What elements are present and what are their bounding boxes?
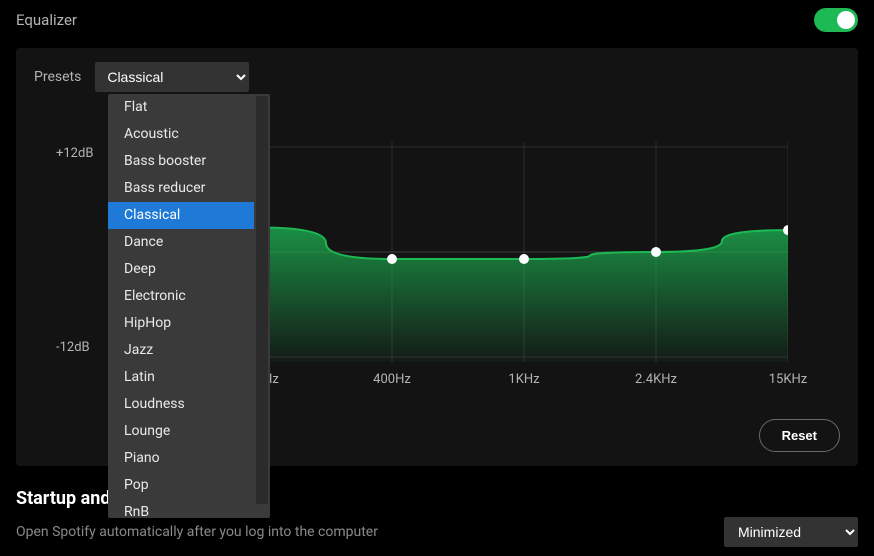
preset-option[interactable]: Flat [108, 94, 254, 121]
x-tick-label: 1KHz [508, 372, 539, 387]
eq-handle[interactable] [651, 247, 661, 257]
x-tick-label: 400Hz [373, 372, 411, 387]
preset-option[interactable]: RnB [108, 499, 254, 518]
preset-option[interactable]: Classical [108, 202, 254, 229]
preset-option[interactable]: Electronic [108, 283, 254, 310]
presets-dropdown-list: FlatAcousticBass boosterBass reducerClas… [108, 94, 254, 518]
x-tick-label: 15KHz [769, 372, 808, 387]
reset-button[interactable]: Reset [759, 419, 840, 452]
startup-select[interactable]: Minimized [724, 517, 858, 547]
preset-option[interactable]: Dance [108, 229, 254, 256]
dropdown-scrollbar[interactable] [256, 96, 268, 504]
preset-option[interactable]: Bass reducer [108, 175, 254, 202]
preset-option[interactable]: Deep [108, 256, 254, 283]
presets-dropdown[interactable]: FlatAcousticBass boosterBass reducerClas… [108, 94, 270, 518]
equalizer-panel: Presets Classical +12dB -12dB [16, 48, 858, 466]
preset-option[interactable]: Lounge [108, 418, 254, 445]
preset-option[interactable]: Loudness [108, 391, 254, 418]
presets-label: Presets [34, 69, 81, 85]
preset-option[interactable]: Piano [108, 445, 254, 472]
x-tick-label: 2.4KHz [635, 372, 677, 387]
equalizer-toggle[interactable] [814, 8, 858, 32]
preset-option[interactable]: Pop [108, 472, 254, 499]
presets-select[interactable]: Classical [95, 62, 249, 92]
equalizer-title: Equalizer [16, 11, 77, 29]
ylabel-top: +12dB [56, 146, 93, 161]
toggle-knob [837, 11, 855, 29]
startup-row-label: Open Spotify automatically after you log… [16, 524, 378, 540]
preset-option[interactable]: Bass booster [108, 148, 254, 175]
eq-handle[interactable] [519, 254, 529, 264]
eq-handle[interactable] [387, 254, 397, 264]
ylabel-bot: -12dB [56, 340, 90, 355]
preset-option[interactable]: Latin [108, 364, 254, 391]
preset-option[interactable]: Jazz [108, 337, 254, 364]
preset-option[interactable]: HipHop [108, 310, 254, 337]
preset-option[interactable]: Acoustic [108, 121, 254, 148]
